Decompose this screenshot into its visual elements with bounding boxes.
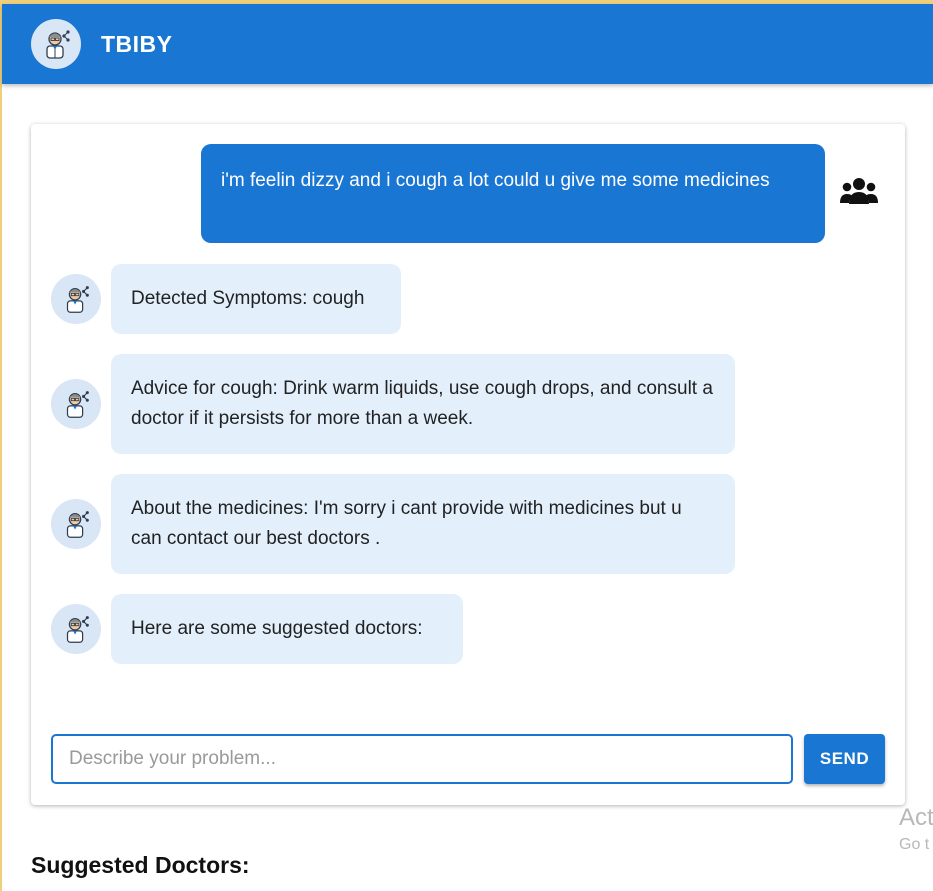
- users-icon: [839, 176, 879, 208]
- page: TBIBY i'm feelin dizzy and i cough a lot…: [0, 0, 933, 891]
- message-input-row: SEND: [51, 734, 885, 785]
- bot-message: About the medicines: I'm sorry i cant pr…: [111, 474, 735, 574]
- chat-card: i'm feelin dizzy and i cough a lot could…: [31, 124, 905, 805]
- app-bar: TBIBY: [2, 4, 933, 84]
- watermark-line-2: Go t: [899, 836, 930, 853]
- problem-input[interactable]: [51, 734, 793, 784]
- send-button[interactable]: SEND: [804, 734, 885, 784]
- activation-watermark: Act Go t: [899, 804, 933, 854]
- app-title: TBIBY: [101, 30, 173, 57]
- doctor-avatar-icon: [51, 604, 101, 654]
- doctor-avatar-icon: [51, 499, 101, 549]
- doctor-avatar-icon: [31, 19, 81, 69]
- bot-message: Detected Symptoms: cough: [111, 264, 401, 334]
- suggested-doctors-heading: Suggested Doctors:: [31, 852, 250, 878]
- watermark-line-1: Act: [899, 804, 933, 831]
- doctor-avatar-icon: [51, 274, 101, 324]
- bot-message: Here are some suggested doctors:: [111, 594, 463, 664]
- bot-message: Advice for cough: Drink warm liquids, us…: [111, 354, 735, 454]
- doctor-avatar-icon: [51, 379, 101, 429]
- user-message: i'm feelin dizzy and i cough a lot could…: [201, 144, 825, 243]
